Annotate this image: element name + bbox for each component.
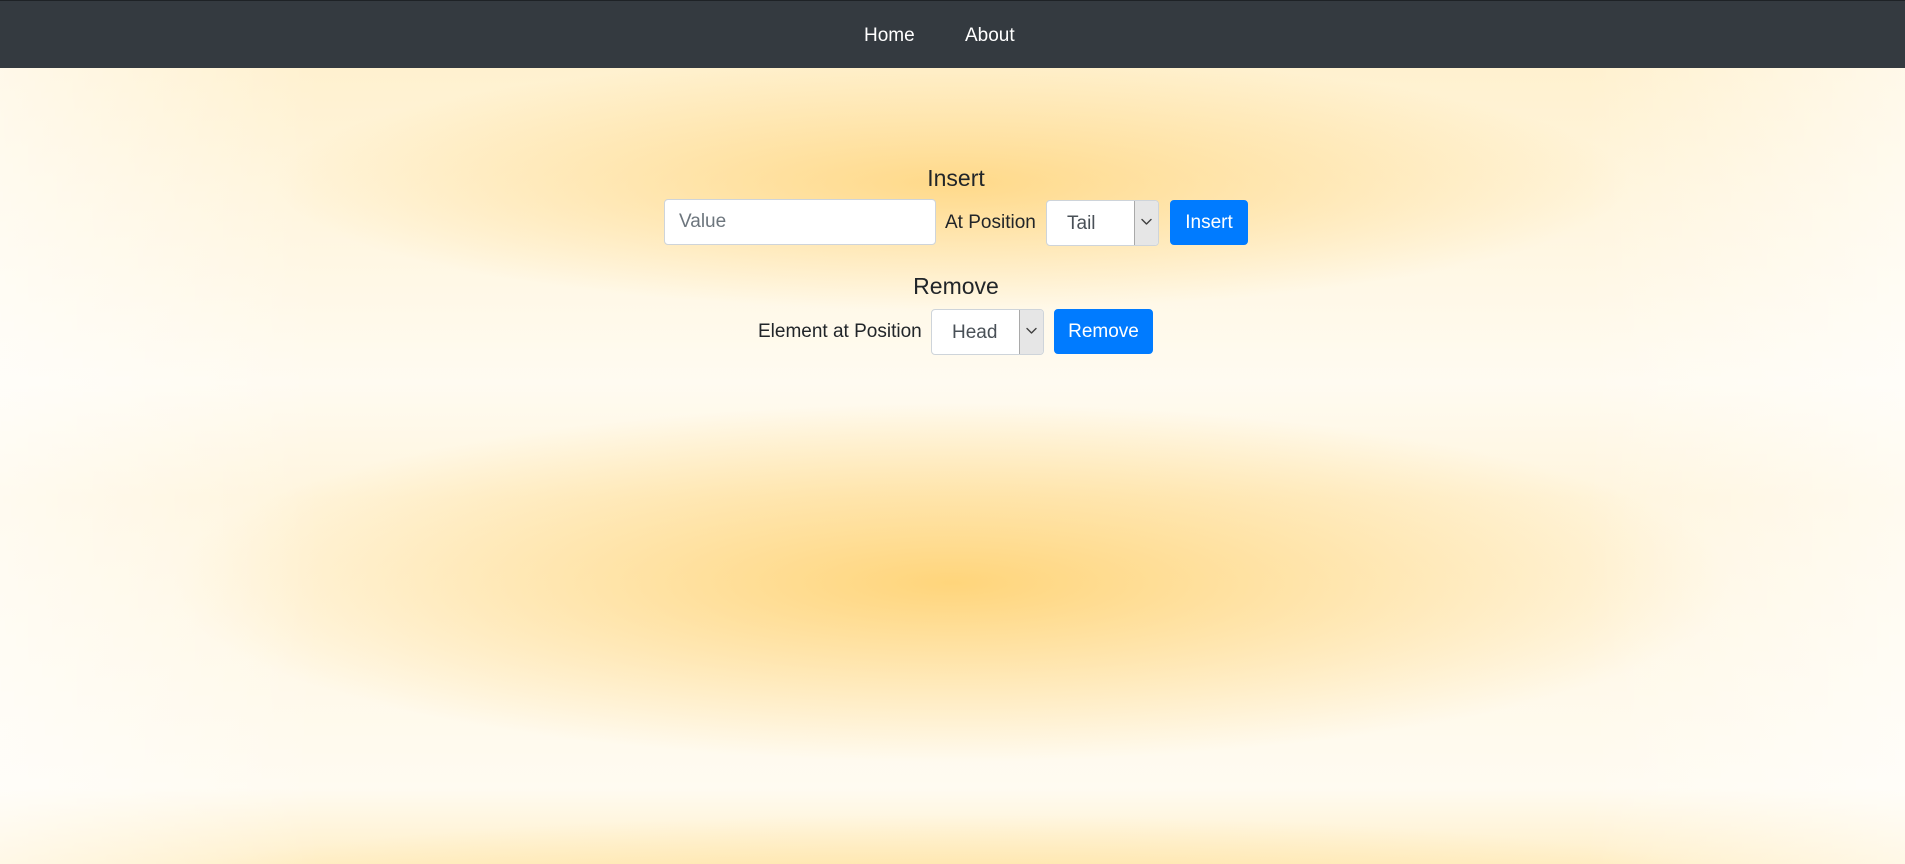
at-position-label: At Position (945, 212, 1036, 233)
insert-button[interactable]: Insert (1170, 200, 1248, 245)
insert-position-selected-value: Tail (1067, 213, 1096, 234)
element-at-position-label: Element at Position (758, 321, 922, 342)
insert-heading: Insert (927, 165, 985, 191)
remove-heading: Remove (913, 273, 999, 299)
chevron-down-icon[interactable] (1019, 310, 1043, 354)
remove-button[interactable]: Remove (1054, 309, 1153, 354)
chevron-down-icon[interactable] (1134, 201, 1158, 245)
nav-link-home[interactable]: Home (864, 25, 915, 47)
remove-position-select[interactable]: Head (931, 309, 1044, 355)
insert-position-select[interactable]: Tail (1046, 200, 1159, 246)
value-input[interactable] (664, 199, 936, 245)
remove-position-selected-value: Head (952, 322, 998, 343)
top-navbar: Home About (0, 0, 1905, 68)
nav-link-about[interactable]: About (965, 25, 1015, 47)
